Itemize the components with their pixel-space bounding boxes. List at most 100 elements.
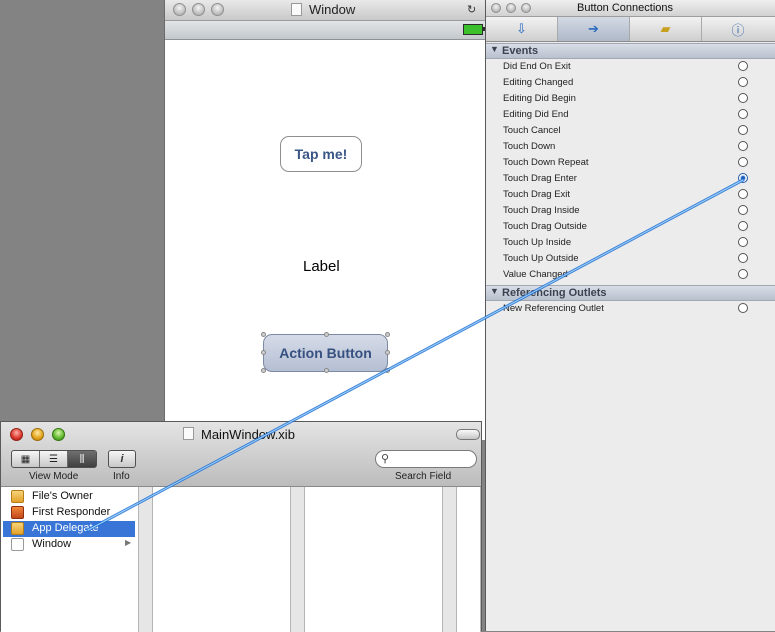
label[interactable]: Label <box>303 258 340 275</box>
minimize-button[interactable] <box>192 3 205 16</box>
resize-handle[interactable] <box>385 332 390 337</box>
connection-radio[interactable] <box>738 173 748 183</box>
event-label: Touch Drag Inside <box>503 205 580 216</box>
connection-radio[interactable] <box>738 221 748 231</box>
event-row[interactable]: Touch Drag Inside <box>486 203 775 219</box>
document-icon <box>291 3 302 16</box>
object-item[interactable]: File's Owner <box>3 489 135 505</box>
column-divider[interactable] <box>139 487 153 632</box>
connection-radio[interactable] <box>738 93 748 103</box>
event-row[interactable]: Touch Drag Exit <box>486 187 775 203</box>
close-button[interactable] <box>173 3 186 16</box>
list-view-icon[interactable]: ☰ <box>40 451 68 467</box>
resize-handle[interactable] <box>261 368 266 373</box>
tab-identity[interactable]: ⓘ <box>702 17 774 41</box>
tab-connections[interactable]: ➔ <box>558 17 630 41</box>
connection-radio[interactable] <box>738 269 748 279</box>
object-item[interactable]: App Delegate <box>3 521 135 537</box>
event-row[interactable]: Touch Cancel <box>486 123 775 139</box>
connection-radio[interactable] <box>738 205 748 215</box>
connection-radio[interactable] <box>738 157 748 167</box>
connections-arrow-icon: ➔ <box>588 21 599 36</box>
event-row[interactable]: Touch Up Inside <box>486 235 775 251</box>
xib-title: MainWindow.xib <box>201 427 295 442</box>
events-section-header[interactable]: ▼ Events <box>486 43 775 59</box>
rotate-icon[interactable]: ↻ <box>467 3 476 16</box>
chevron-right-icon: ▶ <box>125 538 132 547</box>
close-button[interactable] <box>10 428 23 441</box>
zoom-button[interactable] <box>211 3 224 16</box>
event-row[interactable]: Touch Down <box>486 139 775 155</box>
connection-radio[interactable] <box>738 125 748 135</box>
connection-radio[interactable] <box>738 303 748 313</box>
info-icon: ⓘ <box>731 22 745 38</box>
column-2[interactable] <box>153 487 291 632</box>
connection-radio[interactable] <box>738 253 748 263</box>
disclosure-triangle-icon[interactable]: ▼ <box>490 44 499 54</box>
column-divider[interactable] <box>291 487 305 632</box>
action-button[interactable]: Action Button <box>263 334 388 372</box>
event-row[interactable]: Editing Did End <box>486 107 775 123</box>
event-label: Editing Did End <box>503 109 569 120</box>
objects-column[interactable]: File's Owner First Responder App Delegate W… <box>1 487 139 632</box>
object-item[interactable]: First Responder <box>3 505 135 521</box>
column-divider[interactable] <box>443 487 457 632</box>
object-item[interactable]: Window ▶ <box>3 537 135 553</box>
simulated-status-bar <box>165 21 487 40</box>
event-row[interactable]: Touch Drag Enter <box>486 171 775 187</box>
inspector-titlebar: Button Connections <box>486 0 775 17</box>
view-mode-label: View Mode <box>29 471 79 482</box>
event-label: Touch Cancel <box>503 125 561 136</box>
event-row[interactable]: Touch Up Outside <box>486 251 775 267</box>
minimize-button[interactable] <box>31 428 44 441</box>
column-4[interactable] <box>457 487 481 632</box>
resize-handle[interactable] <box>324 332 329 337</box>
window-titlebar: Window ↻ <box>165 0 487 21</box>
connection-radio[interactable] <box>738 61 748 71</box>
object-label: Window <box>32 538 72 550</box>
tap-me-button[interactable]: Tap me! <box>280 136 362 172</box>
resize-handle[interactable] <box>324 368 329 373</box>
close-button[interactable] <box>491 3 501 13</box>
column-view-icon[interactable]: ⫼ <box>68 451 96 467</box>
window-icon <box>11 538 24 551</box>
event-label: Did End On Exit <box>503 61 571 72</box>
tab-attributes[interactable]: ⇩ <box>486 17 558 41</box>
event-row[interactable]: Touch Down Repeat <box>486 155 775 171</box>
connection-radio[interactable] <box>738 141 748 151</box>
connection-radio[interactable] <box>738 77 748 87</box>
info-button[interactable]: i <box>108 450 136 468</box>
view-mode-control[interactable]: ▦ ☰ ⫼ <box>11 450 97 468</box>
event-label: Touch Down <box>503 141 556 152</box>
disclosure-triangle-icon[interactable]: ▼ <box>490 286 499 296</box>
event-label: Touch Drag Enter <box>503 173 577 184</box>
zoom-button[interactable] <box>521 3 531 13</box>
connection-radio[interactable] <box>738 189 748 199</box>
event-label: Touch Drag Outside <box>503 221 587 232</box>
event-row[interactable]: Value Changed <box>486 267 775 283</box>
resize-handle[interactable] <box>261 332 266 337</box>
object-label: App Delegate <box>32 522 99 534</box>
outlet-row[interactable]: New Referencing Outlet <box>486 301 775 317</box>
column-3[interactable] <box>305 487 443 632</box>
event-row[interactable]: Touch Drag Outside <box>486 219 775 235</box>
connection-radio[interactable] <box>738 109 748 119</box>
event-row[interactable]: Editing Changed <box>486 75 775 91</box>
ruler-icon: ▰ <box>660 21 671 36</box>
zoom-button[interactable] <box>52 428 65 441</box>
connection-radio[interactable] <box>738 237 748 247</box>
search-input[interactable] <box>394 452 476 467</box>
xib-toolbar: MainWindow.xib ▦ ☰ ⫼ i View Mode Info ⚲ … <box>1 422 481 487</box>
tab-size[interactable]: ▰ <box>630 17 702 41</box>
event-row[interactable]: Did End On Exit <box>486 59 775 75</box>
resize-handle[interactable] <box>385 368 390 373</box>
resize-handle[interactable] <box>261 350 266 355</box>
minimize-button[interactable] <box>506 3 516 13</box>
search-field[interactable]: ⚲ <box>375 450 477 468</box>
icon-view-icon[interactable]: ▦ <box>12 451 40 467</box>
outlets-section-header[interactable]: ▼ Referencing Outlets <box>486 285 775 301</box>
toolbar-toggle-button[interactable] <box>456 429 480 440</box>
event-row[interactable]: Editing Did Begin <box>486 91 775 107</box>
resize-handle[interactable] <box>385 350 390 355</box>
event-label: Editing Did Begin <box>503 93 576 104</box>
